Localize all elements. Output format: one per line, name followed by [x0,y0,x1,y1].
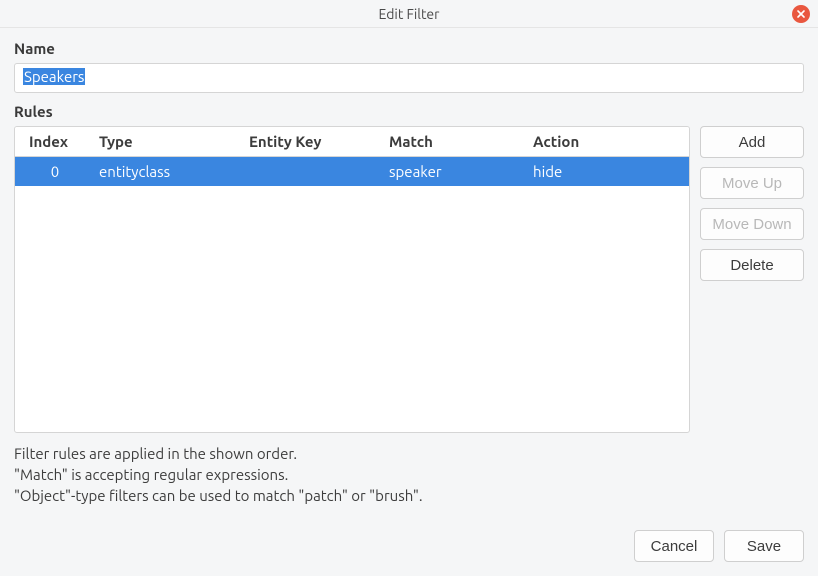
rules-table[interactable]: Index Type Entity Key Match Action 0 ent… [14,126,690,433]
name-input[interactable] [14,63,804,93]
col-header-type[interactable]: Type [95,133,245,150]
cell-match: speaker [385,163,529,180]
help-line-1: Filter rules are applied in the shown or… [14,443,804,464]
col-header-match[interactable]: Match [385,133,529,150]
help-text: Filter rules are applied in the shown or… [14,443,804,506]
help-line-2: "Match" is accepting regular expressions… [14,464,804,485]
col-header-entity-key[interactable]: Entity Key [245,133,385,150]
rules-label: Rules [14,103,804,120]
col-header-action[interactable]: Action [529,133,689,150]
cell-type: entityclass [95,163,245,180]
name-input-wrap: Speakers [14,63,804,93]
table-row[interactable]: 0 entityclass speaker hide [15,157,689,186]
close-icon[interactable] [792,5,810,23]
move-down-button[interactable]: Move Down [700,208,804,240]
dialog-content: Name Speakers Rules Index Type Entity Ke… [0,28,818,576]
dialog-footer: Cancel Save [14,506,804,562]
help-line-3: "Object"-type filters can be used to mat… [14,485,804,506]
move-up-button[interactable]: Move Up [700,167,804,199]
col-header-index[interactable]: Index [15,133,95,150]
titlebar: Edit Filter [0,0,818,28]
table-body: 0 entityclass speaker hide [15,157,689,432]
window-title: Edit Filter [379,6,440,22]
cell-action: hide [529,163,689,180]
delete-button[interactable]: Delete [700,249,804,281]
rules-button-column: Add Move Up Move Down Delete [700,126,804,433]
cancel-button[interactable]: Cancel [634,530,714,562]
add-button[interactable]: Add [700,126,804,158]
cell-index: 0 [15,163,95,180]
save-button[interactable]: Save [724,530,804,562]
table-header: Index Type Entity Key Match Action [15,127,689,157]
name-label: Name [14,40,804,57]
rules-row: Index Type Entity Key Match Action 0 ent… [14,126,804,433]
